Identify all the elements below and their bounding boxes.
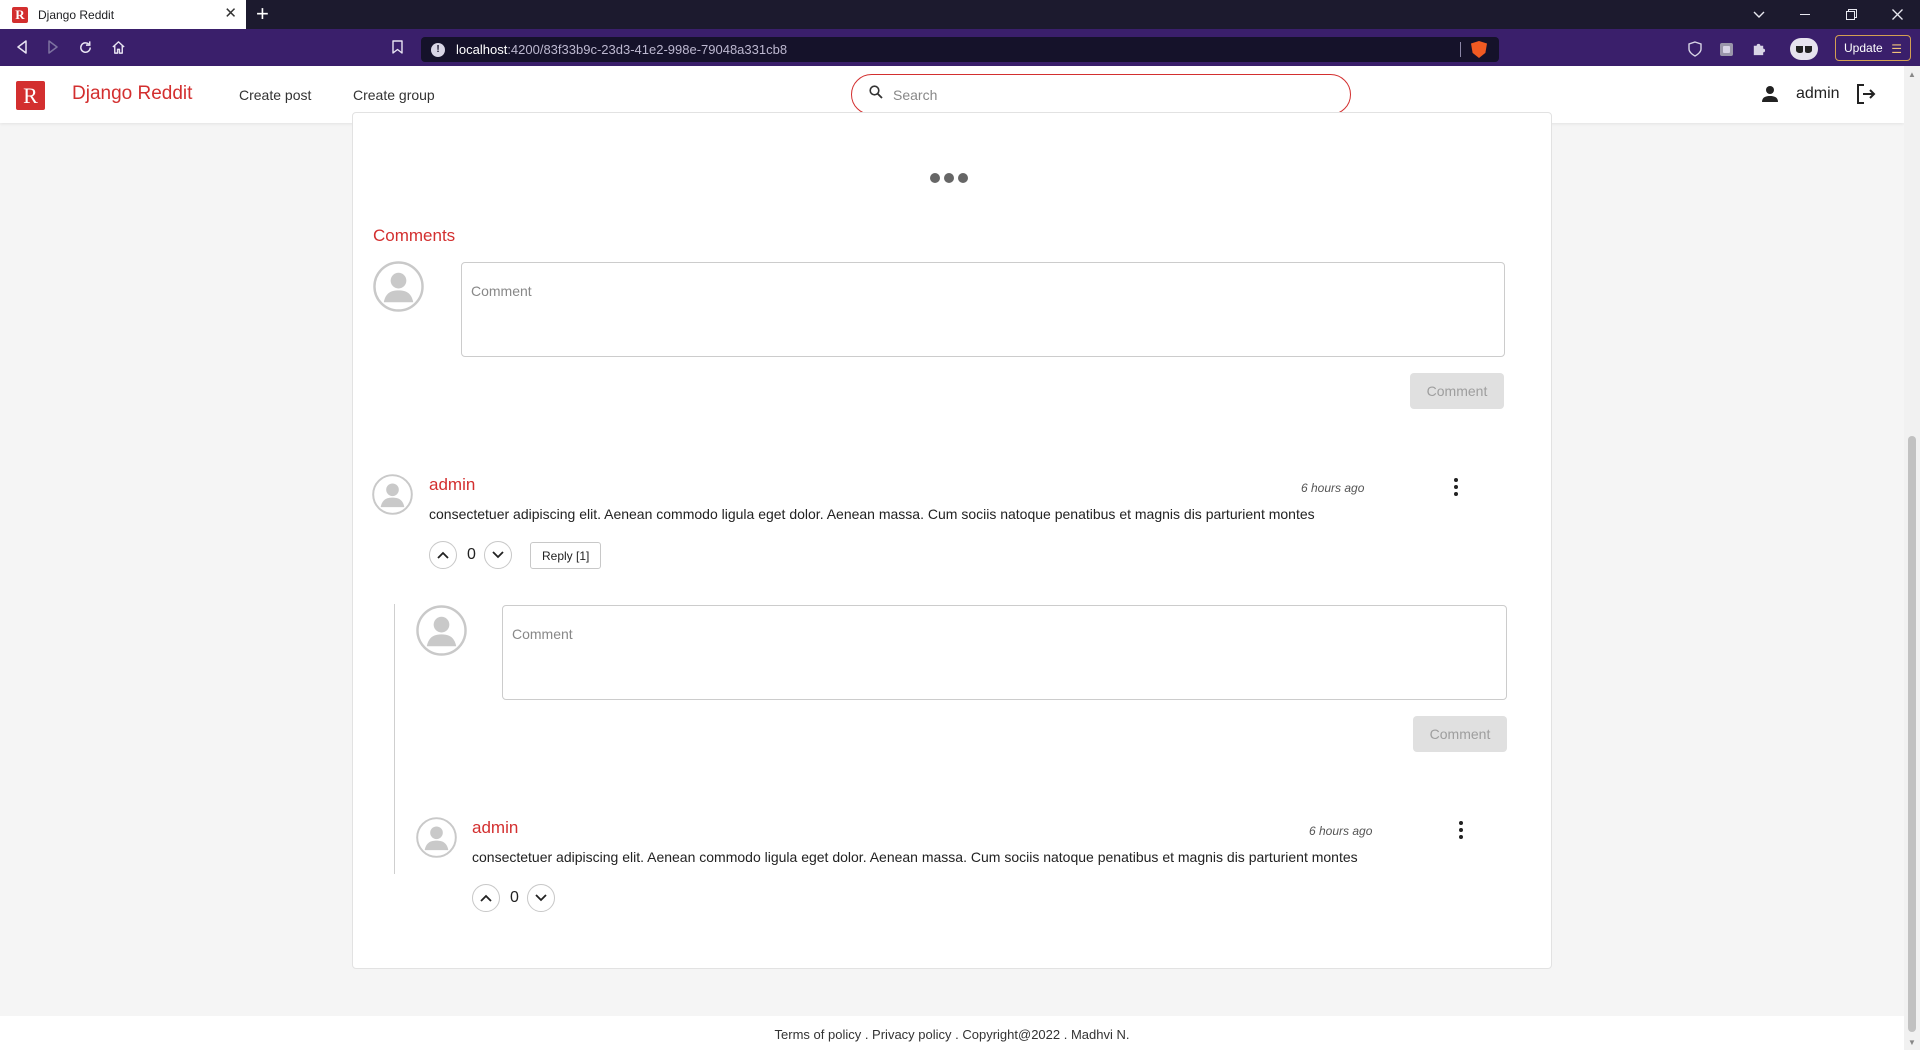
extension-app-icon[interactable]	[1714, 37, 1738, 61]
tab-favicon: R	[12, 6, 28, 23]
new-tab-icon[interactable]: +	[256, 3, 269, 25]
app-logo[interactable]: R	[16, 81, 45, 110]
close-window-icon[interactable]	[1874, 0, 1920, 29]
reply-timestamp: 6 hours ago	[1309, 824, 1373, 838]
update-button[interactable]: Update ☰	[1835, 35, 1911, 61]
avatar-icon	[416, 817, 457, 858]
downvote-icon[interactable]	[527, 884, 555, 912]
vote-count: 0	[467, 546, 476, 563]
logout-icon[interactable]	[1855, 83, 1877, 105]
extensions-puzzle-icon[interactable]	[1746, 37, 1770, 61]
browser-tab-bar: R Django Reddit ✕ +	[0, 0, 1920, 29]
url-host: localhost	[456, 42, 508, 57]
scroll-up-icon[interactable]: ▲	[1908, 70, 1916, 79]
dot	[958, 173, 968, 183]
post-card: Comments Comment admin 6 hours ago conse…	[352, 112, 1552, 969]
scroll-down-icon[interactable]: ▼	[1908, 1038, 1916, 1047]
reload-icon[interactable]	[75, 37, 95, 57]
page-footer: Terms of policy . Privacy policy . Copyr…	[0, 1016, 1904, 1050]
restore-icon[interactable]	[1828, 0, 1874, 29]
avatar-icon	[372, 474, 413, 515]
thread-line	[394, 604, 395, 874]
comment-text: consectetuer adipiscing elit. Aenean com…	[429, 506, 1315, 522]
user-icon[interactable]	[1760, 84, 1780, 104]
avatar-icon	[373, 261, 424, 312]
more-options-icon[interactable]	[1448, 477, 1464, 497]
bookmark-icon[interactable]	[387, 37, 407, 57]
browser-menu-icon[interactable]: ☰	[1891, 42, 1902, 56]
tab-title: Django Reddit	[38, 7, 115, 22]
comment-author[interactable]: admin	[429, 475, 475, 495]
home-icon[interactable]	[108, 37, 128, 57]
search-input[interactable]	[893, 86, 1313, 103]
reply-text: consectetuer adipiscing elit. Aenean com…	[472, 849, 1358, 865]
wallet-glasses-icon[interactable]	[1790, 38, 1818, 60]
reply-author[interactable]: admin	[472, 818, 518, 838]
create-post-link[interactable]: Create post	[239, 87, 311, 103]
scroll-thumb[interactable]	[1908, 436, 1916, 1032]
vpn-shield-icon[interactable]	[1683, 37, 1707, 61]
dot	[930, 173, 940, 183]
comments-heading: Comments	[373, 226, 456, 245]
url-path: :4200/83f33b9c-23d3-41e2-998e-79048a331c…	[507, 42, 788, 57]
site-info-icon[interactable]: !	[431, 42, 445, 57]
footer-text: Terms of policy . Privacy policy . Copyr…	[774, 1027, 1130, 1042]
reply-submit-button[interactable]: Comment	[1413, 716, 1507, 752]
reply-button[interactable]: Reply [1]	[530, 542, 602, 569]
vote-count: 0	[510, 889, 519, 906]
url-divider	[1460, 42, 1461, 57]
comment-submit-button[interactable]: Comment	[1410, 373, 1504, 409]
address-bar[interactable]: ! localhost:4200/83f33b9c-23d3-41e2-998e…	[421, 37, 1499, 62]
avatar-icon	[416, 605, 467, 656]
minimize-icon[interactable]	[1782, 0, 1828, 29]
upvote-icon[interactable]	[429, 541, 457, 569]
update-label: Update	[1844, 41, 1883, 55]
comment-timestamp: 6 hours ago	[1301, 481, 1365, 495]
search-icon	[869, 85, 883, 104]
reply-textarea[interactable]	[502, 605, 1507, 700]
downvote-icon[interactable]	[484, 541, 512, 569]
url-text[interactable]: localhost:4200/83f33b9c-23d3-41e2-998e-7…	[456, 42, 787, 57]
create-group-link[interactable]: Create group	[353, 87, 435, 103]
page-scrollbar[interactable]: ▲ ▼	[1904, 66, 1920, 1050]
browser-tab[interactable]: R Django Reddit ✕	[0, 0, 246, 29]
dot	[944, 173, 954, 183]
back-icon[interactable]	[12, 37, 32, 57]
forward-icon[interactable]	[43, 37, 63, 57]
brave-shield-icon[interactable]	[1471, 41, 1487, 58]
post-options-icon[interactable]	[930, 173, 968, 183]
brand-link[interactable]: Django Reddit	[72, 83, 192, 105]
comment-textarea[interactable]	[461, 262, 1505, 357]
more-options-icon[interactable]	[1453, 820, 1469, 840]
upvote-icon[interactable]	[472, 884, 500, 912]
search-bar[interactable]	[851, 74, 1351, 115]
tab-list-icon[interactable]	[1736, 0, 1782, 29]
username-label[interactable]: admin	[1796, 85, 1840, 103]
close-tab-icon[interactable]: ✕	[224, 5, 237, 23]
